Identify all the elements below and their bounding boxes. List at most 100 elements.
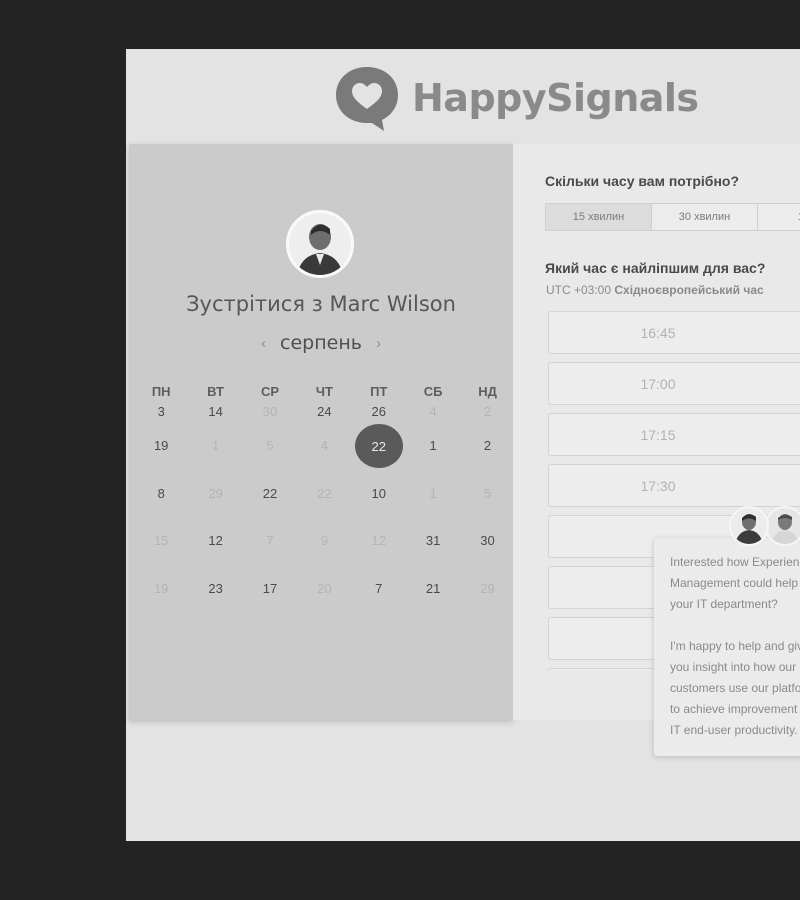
calendar-day-number: 26 xyxy=(371,404,386,419)
duration-option-15[interactable]: 15 хвилин xyxy=(546,204,652,230)
calendar-day-number: 29 xyxy=(480,580,495,596)
calendar-day[interactable]: 19 xyxy=(134,436,188,484)
weekday-label: СБ xyxy=(423,384,443,399)
calendar-day-number: 12 xyxy=(371,533,386,548)
calendar-day-number: 10 xyxy=(371,485,386,501)
person-icon xyxy=(731,508,767,544)
calendar-day-number: 24 xyxy=(317,404,332,419)
calendar-day[interactable]: 3 xyxy=(134,402,188,436)
weekday-label: ПН xyxy=(151,384,171,399)
duration-question: Скільки часу вам потрібно? xyxy=(545,173,740,189)
calendar-day-number: 9 xyxy=(320,533,328,548)
time-slot[interactable]: 17:15 xyxy=(548,413,800,456)
month-navigation: ‹ серпень › xyxy=(129,332,513,354)
weekday-label: СР xyxy=(260,384,279,399)
calendar-day[interactable]: 30 xyxy=(243,402,297,436)
calendar-day[interactable]: 14 xyxy=(188,402,242,436)
prev-month-button[interactable]: ‹ xyxy=(261,335,266,352)
calendar-day-number: 29 xyxy=(208,485,223,501)
calendar-day-selected[interactable]: 22 xyxy=(352,424,406,484)
time-slot[interactable]: 16:45 xyxy=(548,311,800,354)
calendar-day[interactable]: 29 xyxy=(460,579,514,627)
calendar-day-number: 19 xyxy=(153,580,169,596)
calendar-day-number: 3 xyxy=(157,404,165,419)
calendar-day[interactable]: 8 xyxy=(134,484,188,532)
calendar-day[interactable]: 1 xyxy=(406,484,460,532)
duration-selector: 15 хвилин 30 хвилин 1 год xyxy=(545,203,800,231)
calendar-day[interactable]: 22 xyxy=(243,484,297,532)
calendar-day-number: 22 xyxy=(262,485,278,501)
month-label: серпень xyxy=(280,332,362,354)
calendar-day-number: 7 xyxy=(266,533,274,548)
calendar-day[interactable]: 19 xyxy=(134,579,188,627)
calendar-day[interactable]: 31 xyxy=(406,531,460,579)
weekday-label: ПТ xyxy=(370,384,388,399)
calendar-day-number: 12 xyxy=(208,533,223,548)
calendar-day[interactable]: 2 xyxy=(460,436,514,484)
calendar-day[interactable]: 17 xyxy=(243,579,297,627)
person-icon xyxy=(767,508,800,544)
calendar-day-number: 23 xyxy=(208,580,223,596)
calendar-day[interactable]: 30 xyxy=(460,531,514,579)
calendar-day-number: 21 xyxy=(425,580,441,596)
calendar-day[interactable]: 24 xyxy=(297,402,351,436)
timezone-offset: UTC +03:00 xyxy=(546,283,615,297)
next-month-button[interactable]: › xyxy=(376,335,381,352)
calendar-day[interactable]: 4 xyxy=(297,436,351,484)
calendar-day[interactable]: 15 xyxy=(134,531,188,579)
host-avatar xyxy=(286,210,354,278)
calendar-day-number: 15 xyxy=(153,533,169,548)
calendar-day[interactable]: 9 xyxy=(297,531,351,579)
time-slot[interactable]: 17:00 xyxy=(548,362,800,405)
calendar-day[interactable]: 2 xyxy=(460,402,514,436)
calendar-day-number: 1 xyxy=(429,438,437,453)
person-icon xyxy=(289,213,351,275)
calendar-panel: Зустрітися з Marc Wilson ‹ серпень › ПН … xyxy=(129,144,513,720)
timezone-name: Східноєвропейський час xyxy=(614,283,764,297)
timezone-label: UTC +03:00 Східноєвропейський час xyxy=(546,283,764,297)
duration-option-60[interactable]: 1 год xyxy=(758,204,800,230)
calendar-day[interactable]: 5 xyxy=(243,436,297,484)
chat-agent-avatar[interactable] xyxy=(765,506,800,546)
calendar-day[interactable]: 7 xyxy=(243,531,297,579)
weekday-label: ВТ xyxy=(207,384,224,399)
calendar-day[interactable]: 1 xyxy=(406,436,460,484)
calendar-day-number: 17 xyxy=(262,580,278,596)
calendar-day[interactable]: 12 xyxy=(352,531,406,579)
meeting-title: Зустрітися з Marc Wilson xyxy=(186,292,456,316)
chat-agent-avatar[interactable] xyxy=(729,506,769,546)
calendar-day[interactable]: 1 xyxy=(188,436,242,484)
calendar-day[interactable]: 23 xyxy=(188,579,242,627)
calendar-day-number: 22 xyxy=(317,485,332,501)
calendar-day-number: 2 xyxy=(483,438,492,453)
calendar-day-number: 30 xyxy=(480,533,495,548)
calendar-day[interactable]: 22 xyxy=(297,484,351,532)
chat-popup[interactable]: Interested how Experience Management cou… xyxy=(654,538,800,756)
weekday-label: ЧТ xyxy=(315,384,333,399)
calendar-day-number: 22 xyxy=(354,424,403,468)
calendar-day[interactable]: 10 xyxy=(352,484,406,532)
calendar-day[interactable]: 21 xyxy=(406,579,460,627)
calendar-day-number: 5 xyxy=(266,438,274,453)
calendar-day-number: 30 xyxy=(262,404,278,419)
time-slot[interactable]: 17:30 xyxy=(548,464,800,507)
time-question: Який час є найліпшим для вас? xyxy=(545,260,766,276)
calendar-day-number: 31 xyxy=(425,533,441,548)
calendar-day-number: 19 xyxy=(153,438,169,453)
calendar-day[interactable]: 5 xyxy=(460,484,514,532)
calendar-day[interactable]: 12 xyxy=(188,531,242,579)
calendar-day[interactable]: 7 xyxy=(352,579,406,627)
calendar-grid: 3 14 30 24 26 4 2 19 1 5 4 22 1 2 8 29 22 22 10 1 5 15 12 7 9 12 3… xyxy=(134,402,516,626)
chat-body-text: I'm happy to help and give you insight i… xyxy=(670,639,800,737)
calendar-day-number: 1 xyxy=(429,485,437,501)
weekday-header: ПН ВТ СР ЧТ ПТ СБ НД xyxy=(134,384,516,399)
duration-option-30[interactable]: 30 хвилин xyxy=(652,204,758,230)
calendar-day[interactable]: 4 xyxy=(406,402,460,436)
calendar-day-number: 14 xyxy=(208,404,223,419)
calendar-day[interactable]: 29 xyxy=(188,484,242,532)
calendar-day[interactable]: 20 xyxy=(297,579,351,627)
calendar-day-number: 4 xyxy=(429,404,437,419)
calendar-day-number: 2 xyxy=(483,404,492,419)
calendar-day-number: 1 xyxy=(211,438,220,453)
calendar-day-number: 20 xyxy=(317,580,332,596)
